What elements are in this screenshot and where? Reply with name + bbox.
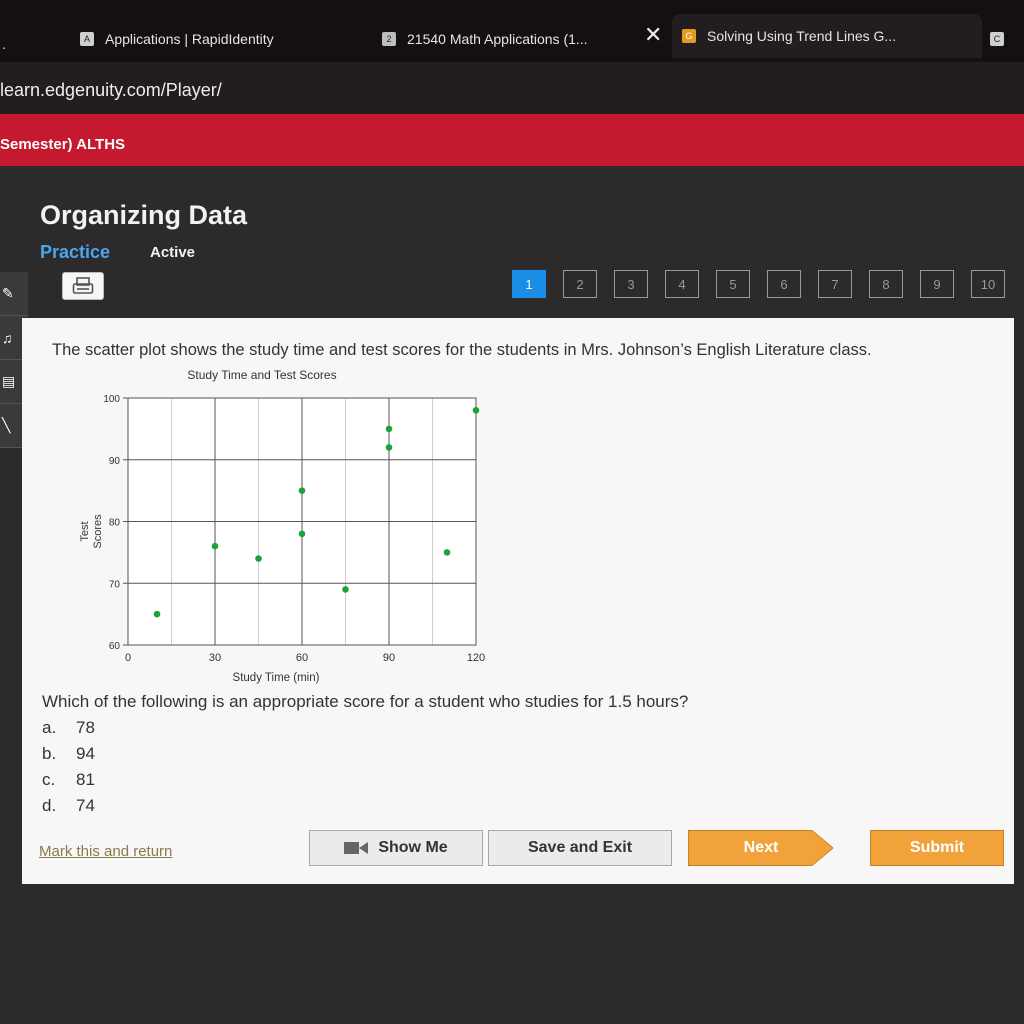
url-text[interactable]: learn.edgenuity.com/Player/ bbox=[0, 80, 222, 101]
y-tick-label: 80 bbox=[109, 518, 121, 529]
page-button-9[interactable]: 9 bbox=[920, 270, 954, 298]
choice-letter: d. bbox=[42, 796, 57, 815]
tab-favicon: A bbox=[80, 32, 94, 46]
print-icon bbox=[72, 277, 94, 294]
answer-choices: a. 78 b. 94 c. 81 d. 74 bbox=[42, 718, 95, 822]
data-point bbox=[385, 444, 393, 451]
choice-a[interactable]: a. 78 bbox=[42, 718, 95, 744]
show-me-label: Show Me bbox=[378, 839, 448, 856]
choice-d[interactable]: d. 74 bbox=[42, 796, 95, 822]
choice-c[interactable]: c. 81 bbox=[42, 770, 95, 796]
data-point bbox=[342, 586, 349, 593]
tab-solving-trend-lines[interactable]: G Solving Using Trend Lines G... bbox=[672, 14, 982, 58]
choice-value: 94 bbox=[76, 744, 95, 763]
y-tick-label: 100 bbox=[103, 394, 120, 405]
tab-math-applications[interactable]: 2 21540 Math Applications (1... bbox=[382, 20, 588, 58]
next-label: Next bbox=[743, 839, 779, 856]
mode-practice: Practice bbox=[40, 242, 111, 262]
choice-letter: c. bbox=[42, 770, 56, 789]
choice-b[interactable]: b. 94 bbox=[42, 744, 95, 770]
page-button-5[interactable]: 5 bbox=[716, 270, 750, 298]
pencil-tool[interactable]: ✎ bbox=[0, 272, 28, 316]
tab-favicon: G bbox=[682, 29, 696, 43]
data-point bbox=[298, 487, 306, 494]
mark-and-return-link[interactable]: Mark this and return bbox=[39, 843, 172, 860]
page-button-1[interactable]: 1 bbox=[512, 270, 546, 298]
y-tick-label: 70 bbox=[109, 579, 121, 590]
tab-overflow-dot: . bbox=[2, 36, 6, 52]
tab-favicon: C bbox=[990, 32, 1004, 46]
data-point bbox=[211, 542, 219, 550]
x-axis-label: Study Time (min) bbox=[233, 672, 320, 684]
page-button-10[interactable]: 10 bbox=[971, 270, 1005, 298]
close-tab-icon[interactable]: ✕ bbox=[644, 22, 662, 48]
x-tick-label: 60 bbox=[296, 652, 308, 664]
print-button[interactable] bbox=[62, 272, 104, 300]
choice-value: 74 bbox=[76, 796, 95, 815]
next-button[interactable]: Next bbox=[688, 830, 834, 866]
show-me-button[interactable]: Show Me bbox=[309, 830, 483, 866]
data-point bbox=[153, 610, 161, 618]
question-pager: 1 2 3 4 5 6 7 8 9 10 bbox=[512, 270, 1022, 298]
pencil-icon: ✎ bbox=[2, 285, 14, 301]
video-camera-icon bbox=[344, 840, 369, 856]
tab-label: Solving Using Trend Lines G... bbox=[707, 28, 897, 44]
lesson-title: Organizing Data bbox=[40, 200, 248, 230]
chart-title: Study Time and Test Scores bbox=[187, 368, 336, 382]
x-tick-label: 0 bbox=[125, 652, 131, 664]
page-button-8[interactable]: 8 bbox=[869, 270, 903, 298]
page-button-2[interactable]: 2 bbox=[563, 270, 597, 298]
tab-favicon: 2 bbox=[382, 32, 396, 46]
headphones-icon: ♫ bbox=[2, 329, 13, 346]
y-tick-label: 90 bbox=[109, 456, 121, 467]
data-point bbox=[298, 530, 306, 538]
choice-value: 81 bbox=[76, 770, 95, 789]
page-button-4[interactable]: 4 bbox=[665, 270, 699, 298]
mode-active: Active bbox=[150, 244, 196, 261]
tab-label: 21540 Math Applications (1... bbox=[407, 31, 588, 47]
y-tick-label: 60 bbox=[109, 641, 121, 652]
choice-value: 78 bbox=[76, 718, 95, 737]
question-panel: The scatter plot shows the study time an… bbox=[22, 318, 1014, 884]
tab-partial[interactable]: C bbox=[990, 20, 1015, 58]
x-tick-label: 120 bbox=[467, 652, 485, 664]
data-point bbox=[385, 425, 393, 433]
app-header-bar bbox=[0, 114, 1024, 166]
x-tick-label: 90 bbox=[383, 652, 395, 664]
x-tick-label: 30 bbox=[209, 652, 221, 664]
tab-label: Applications | RapidIdentity bbox=[105, 31, 274, 47]
highlighter-icon: ╲ bbox=[2, 417, 11, 433]
scatter-plot-svg: Study Time and Test Scores 0 30 60 90 120 60 70… bbox=[79, 368, 485, 684]
choice-letter: a. bbox=[42, 718, 57, 737]
question-prompt: Which of the following is an appropriate… bbox=[42, 692, 689, 711]
save-and-exit-button[interactable]: Save and Exit bbox=[488, 830, 672, 866]
submit-button[interactable]: Submit bbox=[870, 830, 1004, 866]
data-point bbox=[443, 549, 451, 556]
page-button-7[interactable]: 7 bbox=[818, 270, 852, 298]
page-button-3[interactable]: 3 bbox=[614, 270, 648, 298]
tab-rapididentity[interactable]: A Applications | RapidIdentity bbox=[80, 20, 274, 58]
y-axis-label: TestScores bbox=[79, 514, 104, 549]
question-text: The scatter plot shows the study time an… bbox=[52, 341, 872, 359]
notepad-icon: ▤ bbox=[2, 373, 16, 389]
page-button-6[interactable]: 6 bbox=[767, 270, 801, 298]
data-point bbox=[255, 555, 262, 562]
choice-letter: b. bbox=[42, 744, 57, 763]
scatter-chart: Study Time and Test Scores 0 30 60 90 120 60 70… bbox=[42, 362, 502, 692]
course-title: Semester) ALTHS bbox=[0, 136, 126, 153]
data-point bbox=[472, 407, 480, 414]
